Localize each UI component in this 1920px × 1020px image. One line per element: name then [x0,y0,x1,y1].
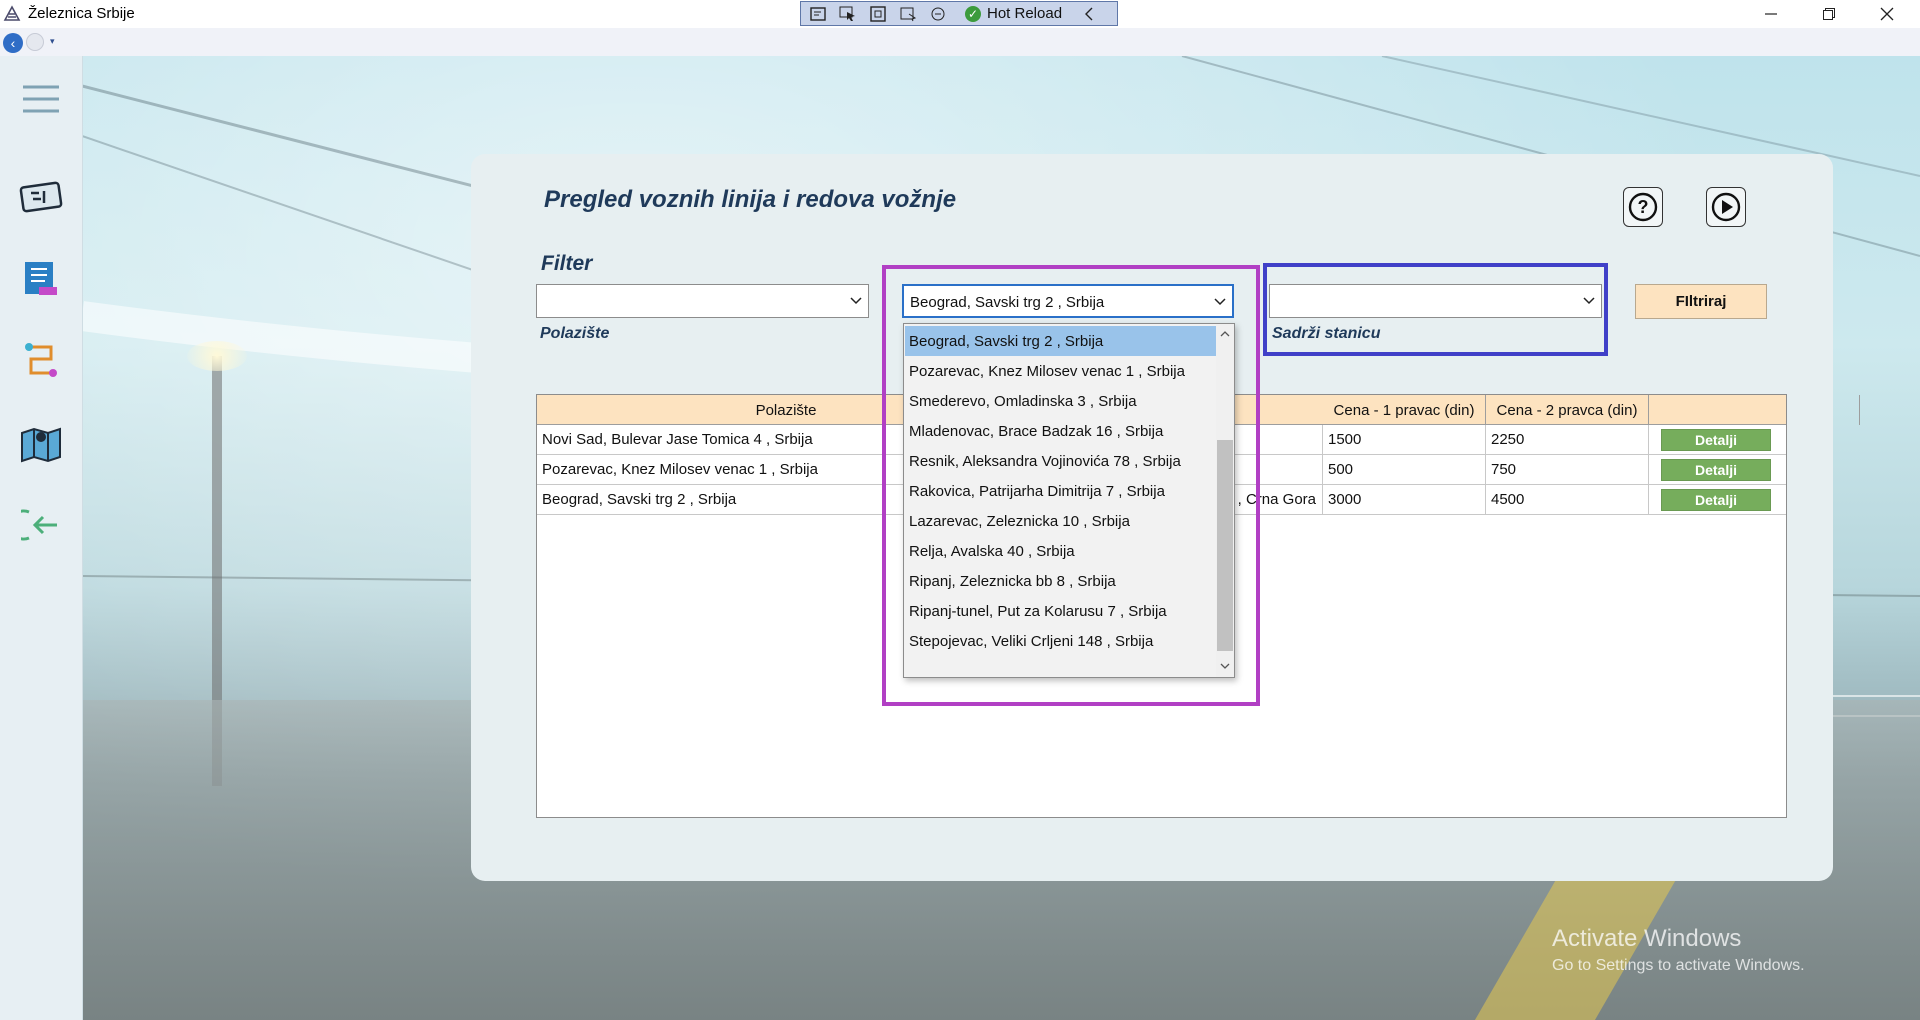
help-button[interactable]: ? [1623,187,1663,227]
row-price-round-trip: 2250 [1486,425,1649,454]
row-price-round-trip: 750 [1486,455,1649,484]
timetable-icon[interactable] [18,256,64,302]
navigation-strip [0,28,1920,57]
select-element-icon[interactable] [835,4,861,24]
hot-reload-label: Hot Reload [987,5,1063,22]
play-button[interactable] [1706,187,1746,227]
column-header-price-round-trip[interactable]: Cena - 2 pravca (din) [1486,395,1649,425]
sidebar [0,56,83,1020]
check-icon: ✓ [965,5,981,22]
row-price-round-trip: 4500 [1486,485,1649,514]
collapse-toolbar-icon[interactable] [1076,4,1102,24]
xaml-debug-toolbar: ✓ Hot Reload [800,1,1118,26]
map-icon[interactable] [18,420,64,466]
back-icon[interactable]: ‹ [3,33,23,53]
forward-icon[interactable] [26,33,44,51]
highlight-box-destination [882,265,1260,706]
track-focused-element-icon[interactable] [895,4,921,24]
minimize-icon [1765,13,1777,15]
binding-failures-icon[interactable] [925,4,951,24]
restore-icon [1823,8,1835,20]
details-button[interactable]: Detalji [1661,459,1771,481]
from-station-combobox[interactable] [536,284,869,318]
display-layout-adorners-icon[interactable] [865,4,891,24]
ticket-icon[interactable] [18,174,64,220]
svg-text:?: ? [1638,197,1649,217]
hamburger-menu-icon[interactable] [18,76,64,122]
minimize-button[interactable] [1742,0,1800,28]
live-visual-tree-icon[interactable] [805,4,831,24]
close-window-button[interactable] [1858,0,1916,28]
help-icon: ? [1628,192,1658,222]
logout-icon[interactable] [18,502,64,548]
highlight-box-station [1263,263,1608,356]
details-button[interactable]: Detalji [1661,429,1771,451]
window-title-bar: Železnica Srbije ✓ Hot Reload [0,0,1920,28]
page-title: Pregled voznih linija i redova vožnje [544,186,957,213]
filter-label: Filter [541,252,593,275]
train-app-icon [3,5,21,21]
close-icon [1880,7,1894,21]
play-icon [1711,192,1741,222]
hot-reload-status[interactable]: ✓ Hot Reload [965,5,1062,22]
history-dropdown-icon[interactable]: ▾ [50,36,55,47]
row-price-one-way: 1500 [1323,425,1486,454]
row-price-one-way: 500 [1323,455,1486,484]
details-button[interactable]: Detalji [1661,489,1771,511]
chevron-down-icon [850,297,862,305]
column-header-actions [1649,395,1786,425]
activate-windows-watermark: Activate Windows Go to Settings to activ… [1552,925,1805,974]
filter-button[interactable]: FIltriraj [1635,284,1767,319]
restore-button[interactable] [1800,0,1858,28]
from-station-label: Polazište [540,325,610,342]
row-price-one-way: 3000 [1323,485,1486,514]
window-title: Železnica Srbije [28,5,135,22]
route-icon[interactable] [18,338,64,384]
column-header-price-one-way[interactable]: Cena - 1 pravac (din) [1323,395,1486,425]
